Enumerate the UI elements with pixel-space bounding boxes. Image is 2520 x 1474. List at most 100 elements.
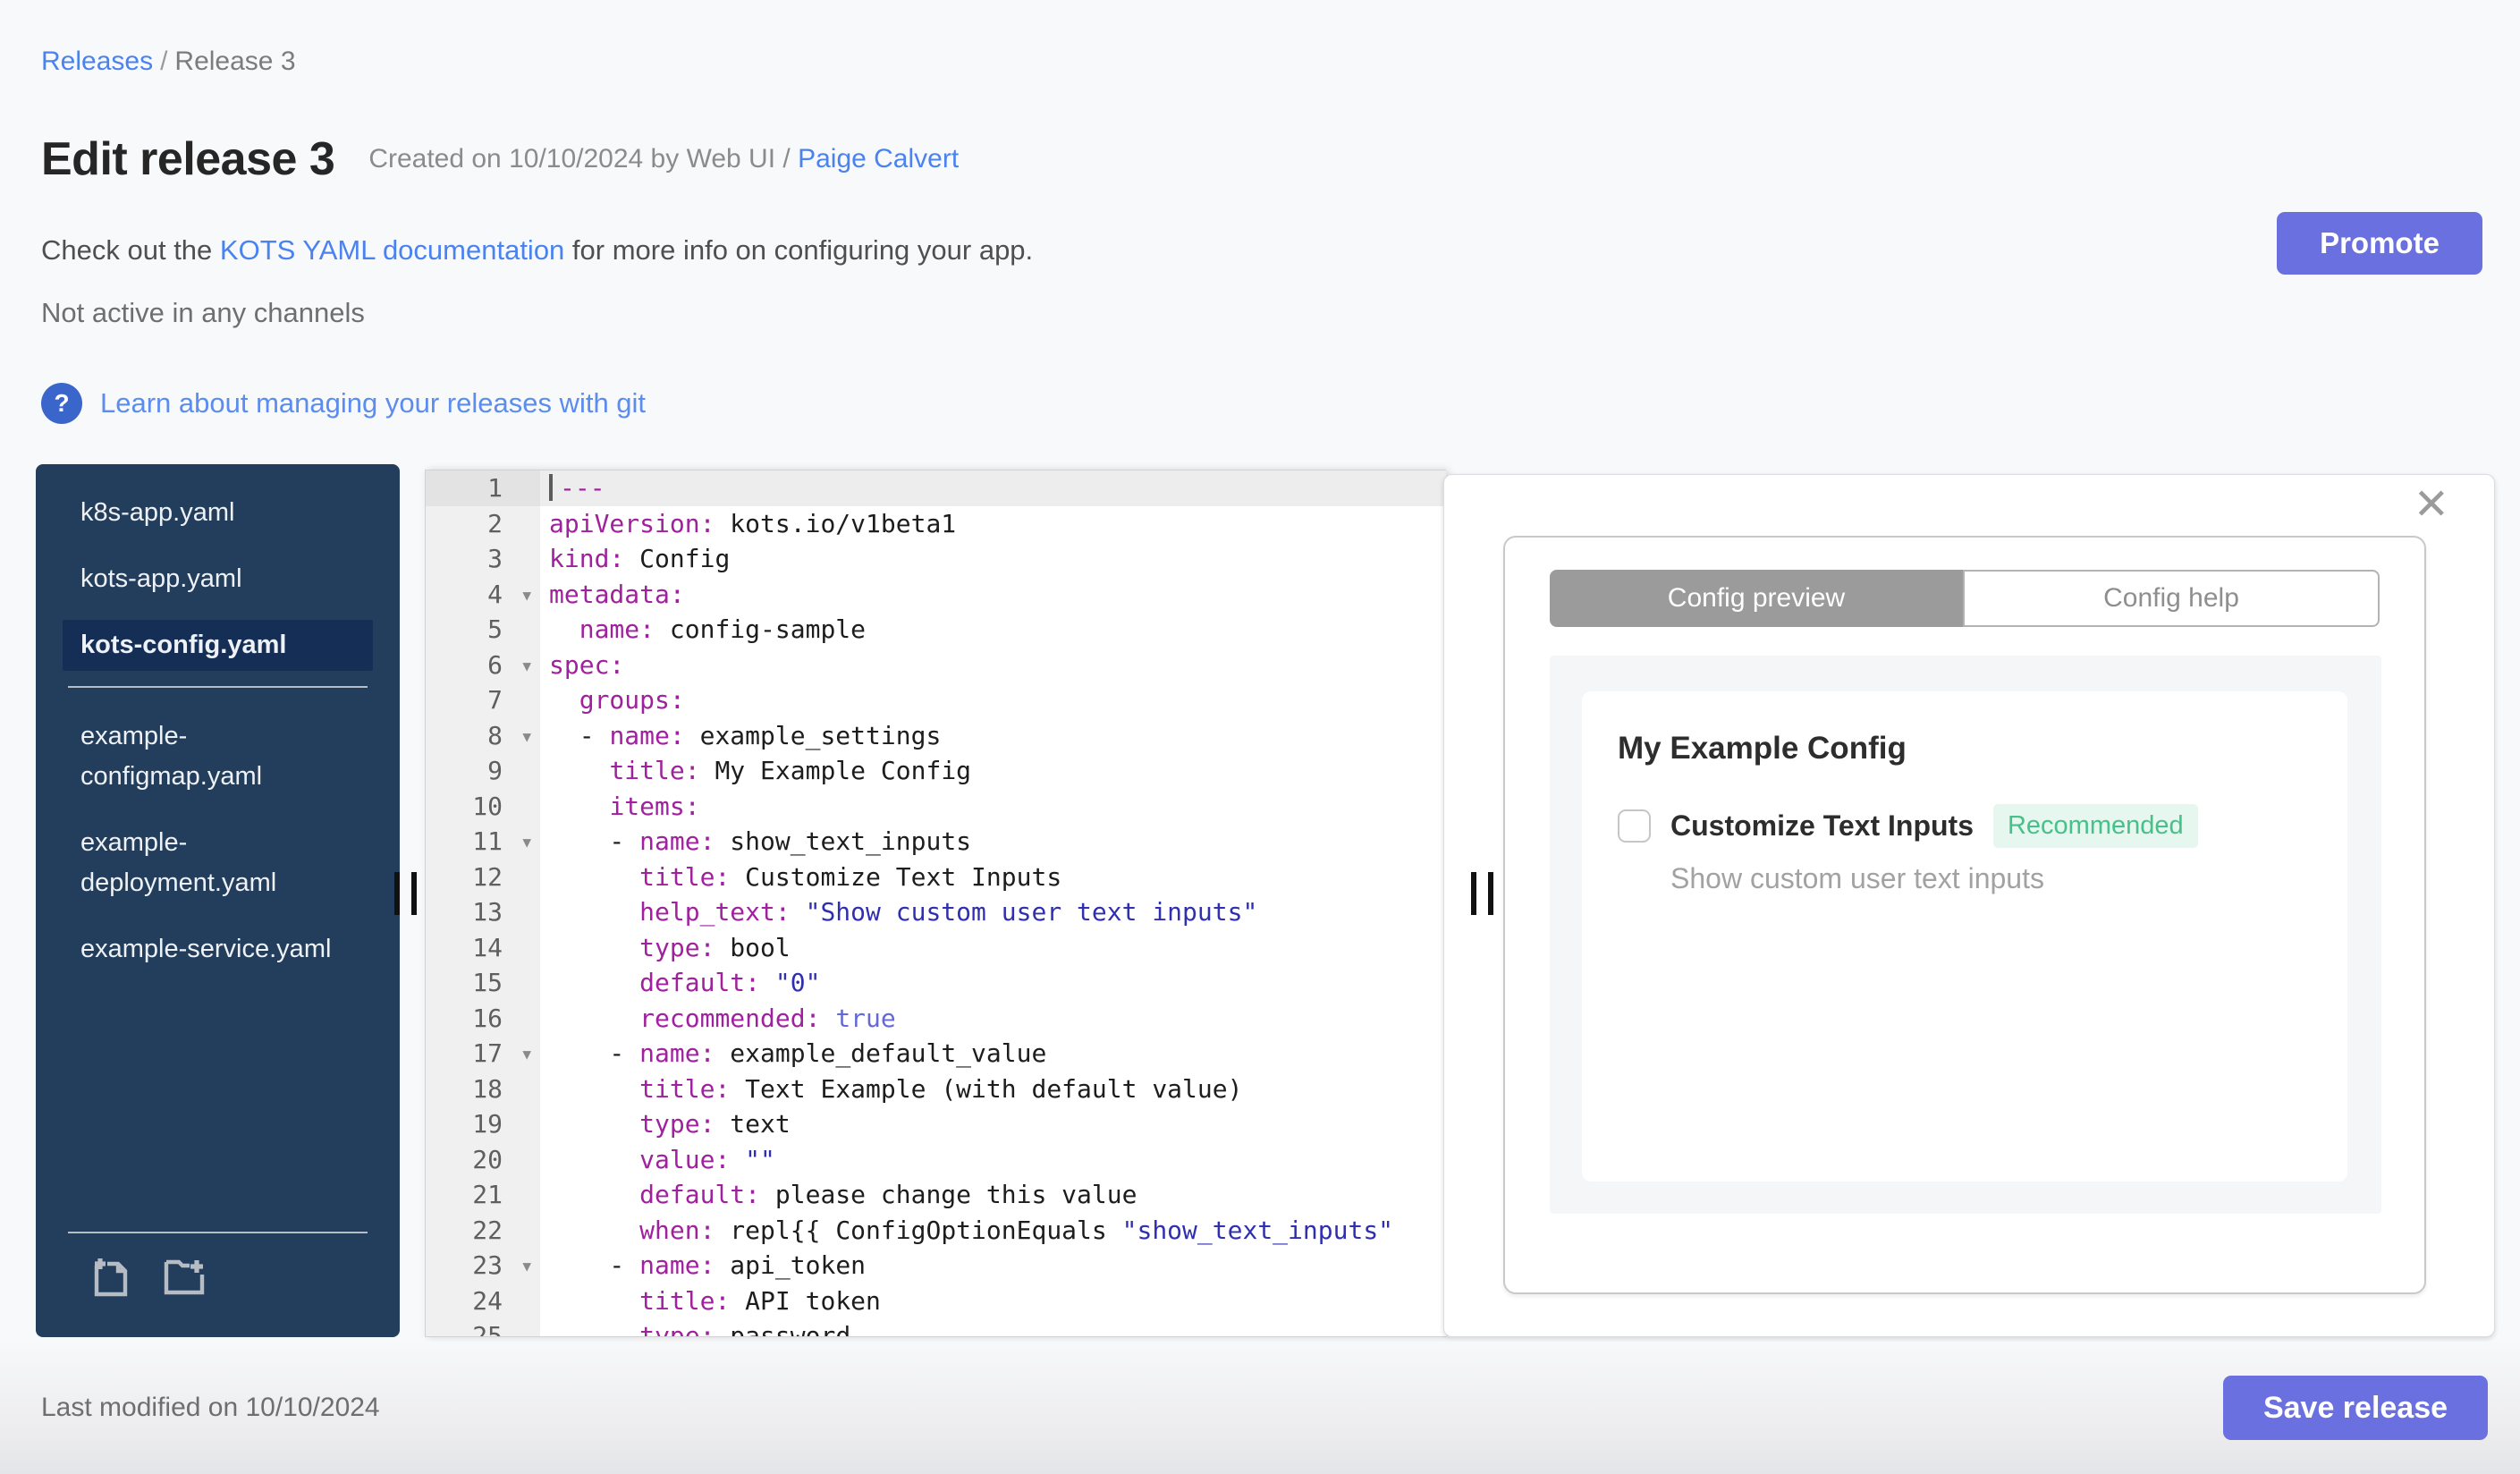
line-number: 8 ▼ bbox=[426, 717, 540, 755]
line-number: 6 ▼ bbox=[426, 647, 540, 684]
code-text: name: config-sample bbox=[579, 614, 867, 644]
sidebar-footer-icons bbox=[36, 1233, 400, 1302]
kots-yaml-docs-link[interactable]: KOTS YAML documentation bbox=[220, 234, 564, 266]
code-line-3[interactable]: 3 kind: Config bbox=[426, 541, 1446, 577]
editor-preview-resize-handle[interactable] bbox=[1471, 872, 1509, 917]
git-releases-help-link[interactable]: Learn about managing your releases with … bbox=[100, 387, 646, 419]
sidebar-footer-divider bbox=[68, 1232, 368, 1233]
new-folder-icon[interactable] bbox=[161, 1251, 207, 1302]
preview-tabs: Config preview Config help bbox=[1550, 570, 2380, 627]
file-list: k8s-app.yaml kots-app.yaml kots-config.yam… bbox=[36, 464, 400, 975]
text-cursor bbox=[549, 474, 553, 501]
file-item-k8s-app.yaml[interactable]: k8s-app.yaml bbox=[63, 487, 358, 538]
code-text: items: bbox=[609, 791, 700, 821]
fold-arrow-icon[interactable]: ▼ bbox=[522, 578, 531, 614]
save-release-button[interactable]: Save release bbox=[2223, 1376, 2488, 1440]
promote-button[interactable]: Promote bbox=[2277, 212, 2482, 275]
code-text: when: repl{{ ConfigOptionEquals "show_te… bbox=[639, 1215, 1394, 1245]
code-line-20[interactable]: 20 value: "" bbox=[426, 1141, 1446, 1177]
code-text: - name: example_settings bbox=[549, 720, 942, 750]
code-text: type: bool bbox=[639, 932, 791, 962]
config-group-title: My Example Config bbox=[1618, 731, 1907, 766]
line-number: 5 bbox=[426, 612, 540, 648]
code-text: groups: bbox=[579, 685, 685, 715]
code-line-14[interactable]: 14 type: bool bbox=[426, 929, 1446, 965]
preview-content-card: My Example Config Customize Text Inputs … bbox=[1582, 691, 2347, 1182]
code-line-9[interactable]: 9 title: My Example Config bbox=[426, 753, 1446, 789]
customize-text-inputs-checkbox[interactable] bbox=[1618, 809, 1651, 843]
created-line: Created on 10/10/2024 by Web UI / Paige … bbox=[368, 144, 959, 174]
code-line-21[interactable]: 21 default: please change this value bbox=[426, 1177, 1446, 1213]
code-line-19[interactable]: 19 type: text bbox=[426, 1106, 1446, 1142]
last-modified-text: Last modified on 10/10/2024 bbox=[41, 1393, 380, 1422]
code-text: --- bbox=[540, 470, 1446, 506]
sidebar-editor-resize-handle[interactable] bbox=[394, 872, 432, 917]
line-number: 25 bbox=[426, 1318, 540, 1336]
created-author-link[interactable]: Paige Calvert bbox=[798, 144, 959, 174]
channel-status: Not active in any channels bbox=[41, 297, 365, 328]
fold-arrow-icon[interactable]: ▼ bbox=[522, 825, 531, 860]
breadcrumb-separator: / bbox=[160, 47, 168, 76]
code-lines: 1 --- 2 apiVersion: kots.io/v1beta1 3 kind: C… bbox=[426, 470, 1446, 1336]
code-line-2[interactable]: 2 apiVersion: kots.io/v1beta1 bbox=[426, 505, 1446, 541]
line-number: 7 bbox=[426, 682, 540, 718]
code-line-25[interactable]: 25 type: password bbox=[426, 1318, 1446, 1336]
file-item-example-deployment.yaml[interactable]: example-deployment.yaml bbox=[63, 817, 358, 909]
page-title: Edit release 3 bbox=[41, 133, 335, 185]
code-line-8[interactable]: 8 ▼ - name: example_settings bbox=[426, 717, 1446, 755]
edit-release-page: Releases / Release 3 Edit release 3 Create… bbox=[0, 0, 2520, 1474]
line-number: 13 bbox=[426, 894, 540, 930]
code-line-10[interactable]: 10 items: bbox=[426, 788, 1446, 824]
code-text: recommended: true bbox=[639, 1003, 896, 1033]
yaml-code-editor[interactable]: 1 --- 2 apiVersion: kots.io/v1beta1 3 kind: C… bbox=[425, 470, 1446, 1337]
file-item-kots-config.yaml[interactable]: kots-config.yaml bbox=[63, 620, 373, 671]
file-item-example-service.yaml[interactable]: example-service.yaml bbox=[63, 924, 358, 975]
tab-config-help[interactable]: Config help bbox=[1963, 570, 2380, 627]
fold-arrow-icon[interactable]: ▼ bbox=[522, 648, 531, 684]
breadcrumb-releases-link[interactable]: Releases bbox=[41, 47, 153, 76]
code-text: default: please change this value bbox=[639, 1180, 1137, 1209]
code-line-15[interactable]: 15 default: "0" bbox=[426, 965, 1446, 1001]
file-item-example-configmap.yaml[interactable]: example-configmap.yaml bbox=[63, 711, 358, 802]
code-line-16[interactable]: 16 recommended: true bbox=[426, 1000, 1446, 1036]
code-line-7[interactable]: 7 groups: bbox=[426, 682, 1446, 718]
line-number: 21 bbox=[426, 1177, 540, 1213]
title-row: Edit release 3 Created on 10/10/2024 by … bbox=[41, 132, 959, 186]
code-line-4[interactable]: 4 ▼ metadata: bbox=[426, 576, 1446, 614]
code-line-1[interactable]: 1 --- bbox=[426, 470, 1446, 506]
line-number: 22 bbox=[426, 1212, 540, 1248]
code-line-6[interactable]: 6 ▼ spec: bbox=[426, 647, 1446, 684]
line-number: 18 bbox=[426, 1071, 540, 1106]
code-line-18[interactable]: 18 title: Text Example (with default val… bbox=[426, 1071, 1446, 1106]
tab-config-preview[interactable]: Config preview bbox=[1550, 570, 1963, 627]
code-line-23[interactable]: 23 ▼ - name: api_token bbox=[426, 1248, 1446, 1283]
code-text: - name: show_text_inputs bbox=[549, 826, 972, 856]
code-text: kind: Config bbox=[549, 544, 731, 573]
code-text: help_text: "Show custom user text inputs… bbox=[639, 897, 1258, 927]
bottom-bar: Last modified on 10/10/2024 bbox=[0, 1342, 2520, 1474]
code-text: title: My Example Config bbox=[609, 756, 972, 785]
recommended-badge: Recommended bbox=[1992, 804, 2198, 848]
code-line-22[interactable]: 22 when: repl{{ ConfigOptionEquals "show… bbox=[426, 1212, 1446, 1248]
line-number: 19 bbox=[426, 1106, 540, 1142]
code-text: - name: example_default_value bbox=[549, 1038, 1047, 1068]
code-line-5[interactable]: 5 name: config-sample bbox=[426, 612, 1446, 648]
line-number: 2 bbox=[426, 505, 540, 541]
close-icon[interactable]: ✕ bbox=[2414, 484, 2449, 527]
fold-arrow-icon[interactable]: ▼ bbox=[522, 1249, 531, 1284]
fold-arrow-icon[interactable]: ▼ bbox=[522, 719, 531, 755]
code-line-17[interactable]: 17 ▼ - name: example_default_value bbox=[426, 1036, 1446, 1072]
sidebar-footer bbox=[36, 1232, 400, 1337]
code-line-12[interactable]: 12 title: Customize Text Inputs bbox=[426, 859, 1446, 894]
code-text: - name: api_token bbox=[549, 1250, 867, 1280]
code-line-24[interactable]: 24 title: API token bbox=[426, 1283, 1446, 1318]
code-line-11[interactable]: 11 ▼ - name: show_text_inputs bbox=[426, 824, 1446, 860]
docs-line: Check out the KOTS YAML documentation fo… bbox=[41, 234, 1033, 267]
line-number: 15 bbox=[426, 965, 540, 1001]
code-line-13[interactable]: 13 help_text: "Show custom user text inp… bbox=[426, 894, 1446, 930]
fold-arrow-icon[interactable]: ▼ bbox=[522, 1037, 531, 1072]
file-item-kots-app.yaml[interactable]: kots-app.yaml bbox=[63, 554, 358, 605]
code-text: value: "" bbox=[639, 1144, 775, 1174]
new-file-icon[interactable] bbox=[88, 1251, 134, 1302]
line-number: 9 bbox=[426, 753, 540, 789]
